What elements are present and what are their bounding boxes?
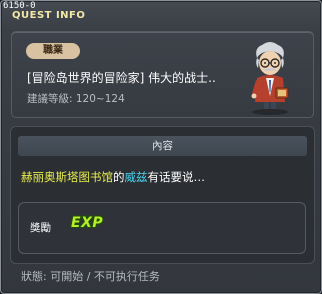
old-scholar-npc-icon [251,42,289,115]
location-name: 赫丽奥斯塔图书馆 [21,170,113,184]
exp-reward-icon: EXP [71,215,104,231]
quest-status: 狀態: 可開始 / 不可执行任务 [21,270,160,283]
description-tail: 有话要说… [147,170,206,184]
quest-name: [冒险岛世界的冒险家] 伟大的战士.. [27,71,216,85]
quest-info-window: 6150-0 QUEST INFO 職業 [冒险岛世界的冒险家] 伟大的战士..… [0,0,322,294]
description-connector: 的 [113,170,125,184]
job-badge: 職業 [26,43,80,59]
quest-description: 赫丽奥斯塔图书馆的威兹有话要说… [21,169,205,185]
reward-box: 獎勵 EXP [18,202,306,254]
content-header: 內容 [18,136,307,156]
quest-level-requirement: 建議等級: 120~124 [27,93,125,105]
quest-summary-panel: 職業 [冒险岛世界的冒险家] 伟大的战士.. 建議等級: 120~124 [11,31,314,118]
window-title: QUEST INFO [12,10,86,21]
reward-label: 獎勵 [30,222,51,234]
quest-content-panel: 內容 赫丽奥斯塔图书馆的威兹有话要说… 獎勵 EXP [10,126,315,264]
npc-name: 威兹 [124,170,148,184]
